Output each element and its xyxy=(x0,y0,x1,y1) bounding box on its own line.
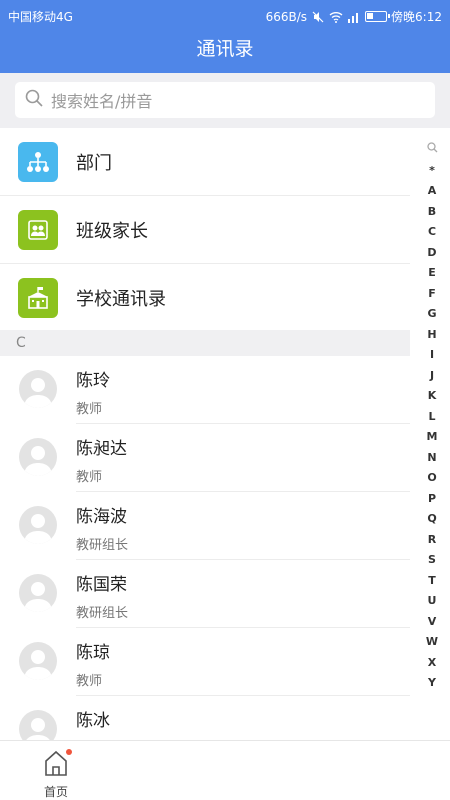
index-letter[interactable]: R xyxy=(418,530,446,551)
search-placeholder: 搜索姓名/拼音 xyxy=(51,92,153,111)
people-icon xyxy=(18,209,58,250)
avatar-icon xyxy=(19,438,57,476)
index-letter[interactable]: V xyxy=(418,612,446,633)
index-letter[interactable]: B xyxy=(418,202,446,223)
carrier-label: 中国移动4G xyxy=(8,10,73,24)
index-letter[interactable]: I xyxy=(418,345,446,366)
contact-name: 陈昶达 xyxy=(76,439,127,459)
page-title: 通讯录 xyxy=(196,38,254,60)
index-letter[interactable]: * xyxy=(418,161,446,182)
index-letter[interactable]: K xyxy=(418,386,446,407)
index-letter[interactable]: L xyxy=(418,407,446,428)
index-search-icon[interactable] xyxy=(418,140,446,161)
contact-item[interactable]: 陈琼 教师 xyxy=(0,628,410,696)
index-letter[interactable]: T xyxy=(418,571,446,592)
bottom-tab-bar: 首页 xyxy=(0,740,450,800)
contact-item[interactable]: 陈海波 教研组长 xyxy=(0,492,410,560)
contact-name: 陈国荣 xyxy=(76,575,127,595)
index-letter[interactable]: N xyxy=(418,448,446,469)
index-letter[interactable]: G xyxy=(418,304,446,325)
index-letter[interactable]: X xyxy=(418,653,446,674)
school-icon xyxy=(18,277,58,318)
category-school-directory[interactable]: 学校通讯录 xyxy=(0,264,410,332)
alphabet-index[interactable]: * A B C D E F G H I J K L M N O P Q R S … xyxy=(418,140,446,694)
index-letter[interactable]: J xyxy=(418,366,446,387)
contact-item[interactable]: 陈国荣 教研组长 xyxy=(0,560,410,628)
contact-name: 陈玲 xyxy=(76,371,110,391)
index-letter[interactable]: F xyxy=(418,284,446,305)
tab-home[interactable]: 首页 xyxy=(30,747,82,799)
index-letter[interactable]: D xyxy=(418,243,446,264)
mute-icon xyxy=(311,11,325,23)
search-input[interactable]: 搜索姓名/拼音 xyxy=(15,82,435,118)
contact-item[interactable]: 陈昶达 教师 xyxy=(0,424,410,492)
index-letter[interactable]: C xyxy=(418,222,446,243)
index-letter[interactable]: W xyxy=(418,632,446,653)
category-label: 班级家长 xyxy=(76,220,148,242)
index-letter[interactable]: P xyxy=(418,489,446,510)
category-label: 部门 xyxy=(76,152,112,174)
index-letter[interactable]: M xyxy=(418,427,446,448)
index-letter[interactable]: H xyxy=(418,325,446,346)
avatar-icon xyxy=(19,574,57,612)
index-letter[interactable]: U xyxy=(418,591,446,612)
contact-name: 陈冰 xyxy=(76,711,110,731)
status-bar: 中国移动4G 666B/s 傍晚6:12 xyxy=(0,0,450,30)
index-letter[interactable]: A xyxy=(418,181,446,202)
search-area: 搜索姓名/拼音 xyxy=(0,73,450,128)
signal-icon xyxy=(347,11,361,23)
wifi-icon xyxy=(329,11,343,23)
contact-role: 教师 xyxy=(76,674,103,689)
index-letter[interactable]: Y xyxy=(418,673,446,694)
avatar-icon xyxy=(19,370,57,408)
contact-role: 教研组长 xyxy=(76,606,129,621)
avatar-icon xyxy=(19,642,57,680)
contact-role: 教师 xyxy=(76,470,103,485)
index-letter[interactable]: Q xyxy=(418,509,446,530)
network-speed: 666B/s xyxy=(265,9,308,24)
status-time: 傍晚6:12 xyxy=(391,10,442,24)
contact-name: 陈琼 xyxy=(76,643,110,663)
contact-name: 陈海波 xyxy=(76,507,127,527)
org-chart-icon xyxy=(18,141,58,182)
contact-item[interactable]: 陈玲 教师 xyxy=(0,356,410,424)
status-right: 666B/s 傍晚6:12 xyxy=(266,8,442,25)
battery-icon xyxy=(365,11,391,22)
category-class-parents[interactable]: 班级家长 xyxy=(0,196,410,264)
tab-home-label: 首页 xyxy=(43,785,68,799)
avatar-icon xyxy=(19,506,57,544)
contact-role: 教研组长 xyxy=(76,538,129,553)
index-letter[interactable]: O xyxy=(418,468,446,489)
contact-role: 教师 xyxy=(76,402,103,417)
category-label: 学校通讯录 xyxy=(76,288,166,310)
index-letter[interactable]: S xyxy=(418,550,446,571)
notification-dot xyxy=(66,749,72,755)
index-letter[interactable]: E xyxy=(418,263,446,284)
app-header: 中国移动4G 666B/s 傍晚6:12 通讯录 xyxy=(0,0,450,73)
home-icon xyxy=(44,749,68,781)
section-header-c: C xyxy=(0,330,410,356)
category-department[interactable]: 部门 xyxy=(0,128,410,196)
search-icon xyxy=(25,89,43,111)
